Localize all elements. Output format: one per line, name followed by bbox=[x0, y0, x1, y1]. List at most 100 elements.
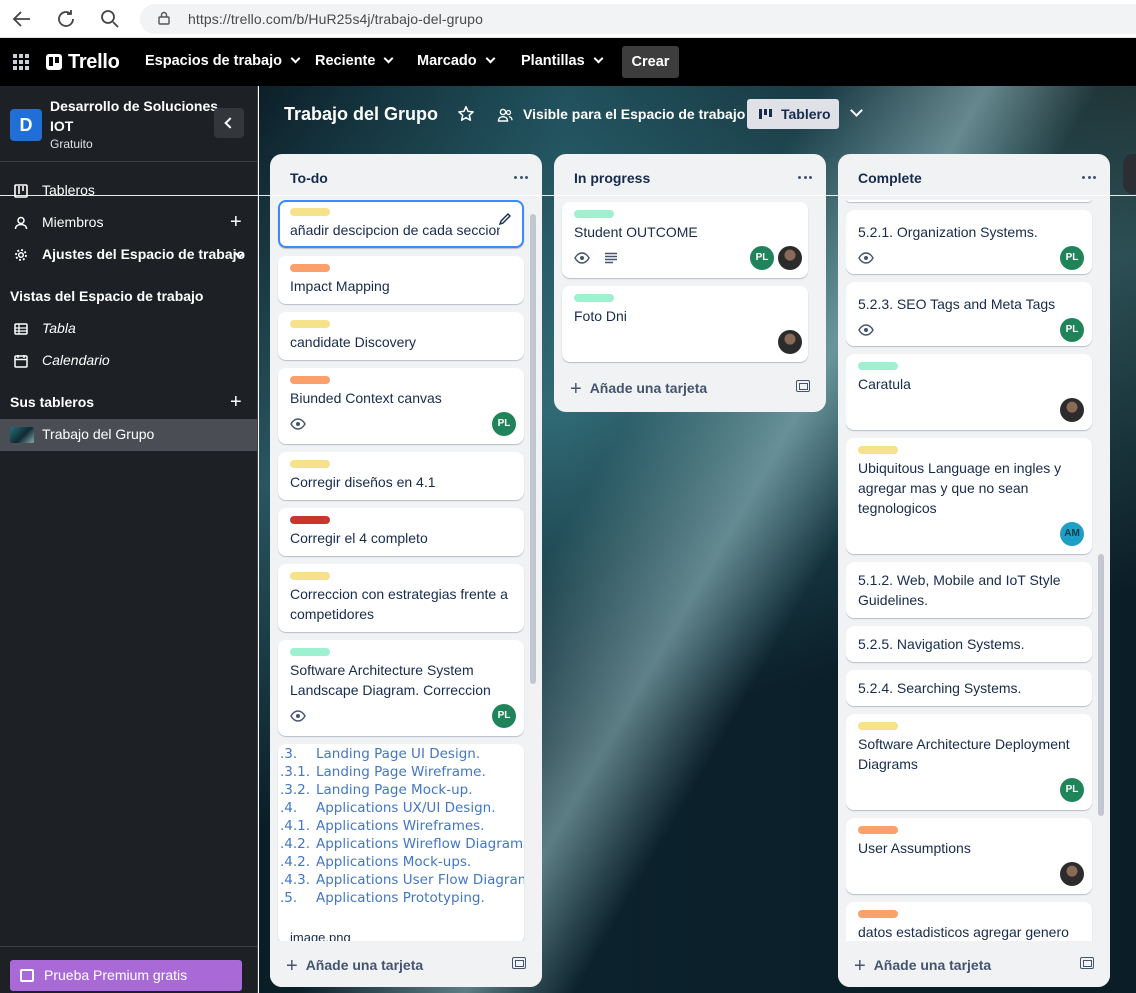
member-avatar[interactable]: PL bbox=[1060, 318, 1084, 342]
card[interactable]: Software Architecture Deployment Diagram… bbox=[846, 714, 1092, 810]
card-label-orange[interactable] bbox=[290, 264, 330, 272]
card[interactable]: Biunded Context canvas PL bbox=[278, 368, 524, 444]
card[interactable]: 5.1.2. Web, Mobile and IoT Style Guideli… bbox=[846, 562, 1092, 618]
card-label-yellow[interactable] bbox=[290, 208, 330, 216]
search-icon[interactable] bbox=[98, 7, 122, 31]
card-label-yellow[interactable] bbox=[290, 572, 330, 580]
card-template-icon[interactable] bbox=[512, 957, 526, 969]
card-title: 5.2.1. Organization Systems. bbox=[858, 224, 1038, 240]
member-photo-avatar[interactable] bbox=[778, 330, 802, 354]
member-avatar[interactable]: PL bbox=[492, 412, 516, 436]
add-card-button[interactable]: + Añade una tarjeta bbox=[286, 953, 423, 977]
card[interactable]: Corregir el 4 completo bbox=[278, 508, 524, 556]
card[interactable]: Ubiquitous Language en ingles y agregar … bbox=[846, 438, 1092, 554]
create-button[interactable]: Crear bbox=[622, 46, 679, 78]
pencil-icon[interactable] bbox=[498, 212, 512, 226]
card[interactable]: 5.2.1. Organization Systems. PL bbox=[846, 210, 1092, 274]
app-switcher-icon[interactable] bbox=[13, 54, 29, 70]
plus-icon: + bbox=[854, 955, 866, 977]
card[interactable]: Student OUTCOME PL bbox=[562, 202, 808, 278]
workspace-name[interactable]: Desarrollo de Soluciones IOT bbox=[50, 96, 220, 136]
member-avatar[interactable]: PL bbox=[1060, 778, 1084, 802]
trello-header: Trello Espacios de trabajo Reciente Marc… bbox=[0, 38, 1136, 86]
collapse-sidebar-button[interactable] bbox=[214, 108, 244, 138]
member-photo-avatar[interactable] bbox=[1060, 398, 1084, 422]
card[interactable]: Caratula bbox=[846, 354, 1092, 430]
menu-recent[interactable]: Reciente bbox=[315, 53, 394, 69]
chevron-down-icon bbox=[593, 53, 604, 64]
card[interactable]: Foto Dni bbox=[562, 286, 808, 362]
card-label-orange[interactable] bbox=[290, 376, 330, 384]
sidebar-item-members[interactable]: Miembros + bbox=[0, 207, 257, 239]
card-template-icon[interactable] bbox=[1080, 957, 1094, 969]
add-member-icon[interactable]: + bbox=[230, 212, 242, 232]
list-title[interactable]: To-do bbox=[290, 170, 328, 186]
card-title: datos estadisticos agregar genero bbox=[858, 924, 1069, 940]
member-photo-avatar[interactable] bbox=[778, 246, 802, 270]
member-avatar[interactable]: PL bbox=[492, 704, 516, 728]
trello-logo[interactable]: Trello bbox=[46, 51, 120, 73]
card[interactable]: 5.2.4. Searching Systems. bbox=[846, 670, 1092, 706]
card-label-red[interactable] bbox=[290, 516, 330, 524]
card[interactable]: Correccion con estrategias frente a comp… bbox=[278, 564, 524, 632]
card-with-cover[interactable]: .3. Landing Page UI Design. .3.1. Landing … bbox=[278, 744, 524, 944]
menu-templates[interactable]: Plantillas bbox=[521, 53, 604, 69]
card-label-green[interactable] bbox=[574, 294, 614, 302]
list-menu-icon[interactable] bbox=[798, 176, 812, 180]
card[interactable]: Impact Mapping bbox=[278, 256, 524, 304]
card-title: Software Architecture System Landscape D… bbox=[290, 662, 491, 698]
card[interactable]: añadir descipcion de cada seccion bbox=[278, 200, 524, 248]
card-label-green[interactable] bbox=[858, 362, 898, 370]
back-arrow-icon[interactable] bbox=[10, 7, 34, 31]
list-todo: To-do añadir descipcion de cada seccion … bbox=[270, 154, 542, 987]
sidebar-item-settings[interactable]: Ajustes del Espacio de trabajo bbox=[0, 239, 257, 271]
card[interactable]: Software Architecture System Landscape D… bbox=[278, 640, 524, 736]
address-bar[interactable]: https://trello.com/b/HuR25s4j/trabajo-de… bbox=[140, 4, 1136, 34]
card-label-yellow[interactable] bbox=[858, 722, 898, 730]
card-label-yellow[interactable] bbox=[290, 460, 330, 468]
menu-workspaces[interactable]: Espacios de trabajo bbox=[145, 53, 301, 69]
workspace-avatar[interactable]: D bbox=[10, 109, 42, 141]
chevron-down-icon[interactable] bbox=[850, 104, 863, 117]
visibility-label: Visible para el Espacio de trabajo bbox=[523, 106, 746, 122]
star-icon[interactable] bbox=[457, 105, 475, 123]
sidebar-board-item[interactable]: Trabajo del Grupo bbox=[0, 419, 257, 451]
add-board-icon[interactable]: + bbox=[230, 392, 242, 412]
card[interactable]: candidate Discovery bbox=[278, 312, 524, 360]
add-card-button[interactable]: + Añade una tarjeta bbox=[570, 376, 707, 400]
list-title[interactable]: Complete bbox=[858, 170, 922, 186]
member-avatar[interactable]: PL bbox=[750, 246, 774, 270]
member-avatar[interactable]: AM bbox=[1060, 522, 1084, 546]
card-label-orange[interactable] bbox=[858, 910, 898, 918]
card-label-orange[interactable] bbox=[858, 826, 898, 834]
list-menu-icon[interactable] bbox=[1082, 176, 1096, 180]
card[interactable]: datos estadisticos agregar genero bbox=[846, 902, 1092, 941]
list-scrollbar[interactable] bbox=[530, 214, 536, 684]
add-card-button[interactable]: + Añade una tarjeta bbox=[854, 953, 991, 977]
trello-logo-icon bbox=[46, 54, 62, 70]
sidebar-item-table[interactable]: Tabla bbox=[0, 313, 257, 345]
sidebar-item-boards[interactable]: Tableros bbox=[0, 175, 257, 207]
card-list: 5.2.1. Organization Systems. PL 5.2.3. S… bbox=[846, 200, 1102, 941]
member-avatar[interactable]: PL bbox=[1060, 246, 1084, 270]
board-title[interactable]: Trabajo del Grupo bbox=[284, 104, 438, 125]
card[interactable]: 5.2.5. Navigation Systems. bbox=[846, 626, 1092, 662]
card-template-icon[interactable] bbox=[796, 380, 810, 392]
card-label-green[interactable] bbox=[574, 210, 614, 218]
reload-icon[interactable] bbox=[54, 7, 78, 31]
card-label-green[interactable] bbox=[290, 648, 330, 656]
list-title[interactable]: In progress bbox=[574, 170, 650, 186]
card-label-yellow[interactable] bbox=[858, 446, 898, 454]
list-menu-icon[interactable] bbox=[514, 176, 528, 180]
add-list-partial[interactable] bbox=[1123, 154, 1136, 194]
card-label-yellow[interactable] bbox=[290, 320, 330, 328]
menu-starred[interactable]: Marcado bbox=[417, 53, 496, 69]
card[interactable]: User Assumptions bbox=[846, 818, 1092, 894]
member-photo-avatar[interactable] bbox=[1060, 862, 1084, 886]
card[interactable]: 5.2.3. SEO Tags and Meta Tags PL bbox=[846, 282, 1092, 346]
premium-trial-button[interactable]: Prueba Premium gratis bbox=[10, 960, 242, 991]
board-view-button[interactable]: Tablero bbox=[747, 99, 839, 129]
card-partial[interactable] bbox=[846, 200, 1092, 202]
card[interactable]: Corregir diseños en 4.1 bbox=[278, 452, 524, 500]
sidebar-item-calendar[interactable]: Calendario bbox=[0, 345, 257, 377]
